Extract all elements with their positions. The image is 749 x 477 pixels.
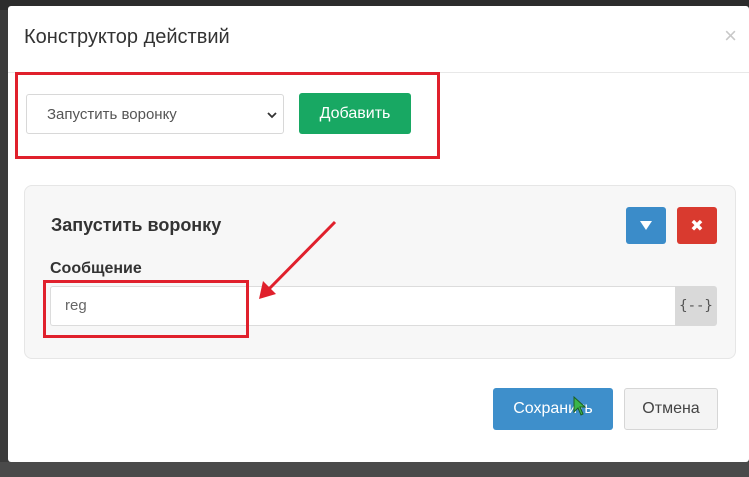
mouse-cursor-icon xyxy=(573,396,587,416)
action-panel-title: Запустить воронку xyxy=(51,215,222,235)
modal-header: Конструктор действий × xyxy=(8,6,749,73)
annotation-frame-message xyxy=(43,280,249,338)
close-icon[interactable]: × xyxy=(724,23,737,49)
move-down-button[interactable] xyxy=(626,207,666,244)
message-label: Сообщение xyxy=(50,260,142,277)
backdrop-bottom xyxy=(0,462,749,477)
save-button[interactable]: Сохранить xyxy=(493,388,613,430)
modal-title: Конструктор действий xyxy=(24,26,230,48)
annotation-frame-picker xyxy=(15,72,440,159)
triangle-down-icon xyxy=(640,220,652,230)
delete-action-button[interactable]: ✖ xyxy=(677,207,717,244)
insert-variable-button[interactable]: {--} xyxy=(675,286,717,326)
cancel-button[interactable]: Отмена xyxy=(624,388,718,430)
